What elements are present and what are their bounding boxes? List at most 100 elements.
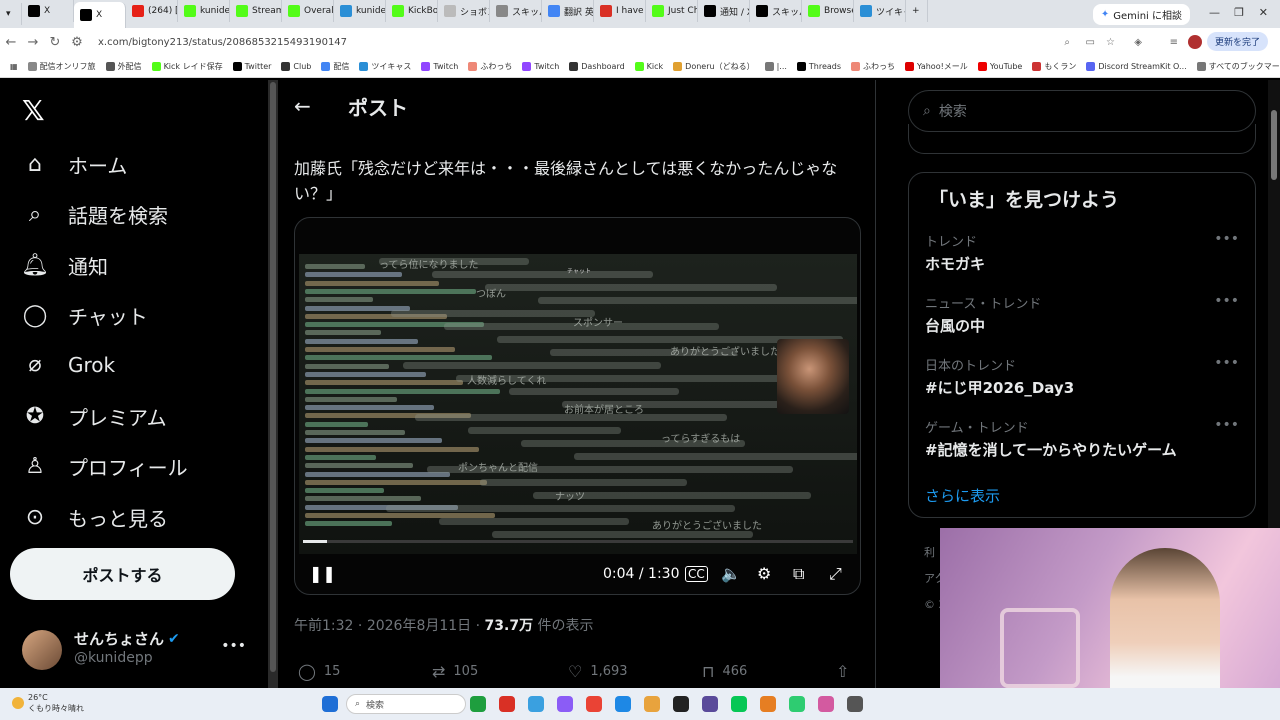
new-tab-button[interactable]: + (906, 0, 928, 22)
update-button[interactable]: 更新を完了 (1206, 32, 1268, 51)
settings-icon[interactable]: ⚙ (757, 564, 771, 583)
x-logo-icon[interactable]: 𝕏 (22, 94, 45, 127)
taskbar-app-icon[interactable] (615, 696, 631, 712)
taskbar-app-icon[interactable] (702, 696, 718, 712)
trend-item[interactable]: ニュース・トレンド 台風の中 ••• (925, 293, 1245, 336)
post-button[interactable]: ポストする (10, 548, 235, 600)
browser-tab[interactable]: ショボン (438, 0, 490, 22)
bookmark-item[interactable]: Kick レイド保存 (151, 61, 223, 72)
minimize-icon[interactable]: — (1209, 6, 1220, 19)
extensions-icon[interactable]: ◈ (1134, 37, 1142, 48)
start-icon[interactable] (322, 696, 338, 712)
sidebar-item-grok[interactable]: ⌀ Grok (22, 352, 115, 378)
bookmark-button[interactable]: ⊓ 466 (702, 662, 747, 681)
bookmark-item[interactable]: Twitch (522, 62, 559, 71)
bookmark-item[interactable]: すべてのブックマーク (1196, 61, 1280, 72)
taskbar-app-icon[interactable] (789, 696, 805, 712)
search-input[interactable]: ⌕ 検索 (908, 90, 1256, 132)
browser-tab[interactable]: Just Ch (646, 0, 698, 22)
taskbar-app-icon[interactable] (528, 696, 544, 712)
apps-icon[interactable]: ▦ (10, 62, 18, 71)
taskbar-app-icon[interactable] (673, 696, 689, 712)
back-arrow-icon[interactable]: ← (294, 94, 311, 118)
video-player[interactable]: ってら位になりました つぼん スポンサー ありがとうございました 人数減らしてくれ お前本… (294, 217, 861, 595)
trend-item[interactable]: 日本のトレンド #にじ甲2026_Day3 ••• (925, 355, 1245, 398)
bookmark-item[interactable]: もくラン (1032, 61, 1076, 72)
sidebar-item-chat[interactable]: ◯ チャット (22, 301, 148, 330)
cast-icon[interactable]: ▭ (1086, 37, 1095, 48)
browser-tab[interactable]: 通知 / X (698, 0, 750, 22)
browser-tab[interactable]: ツイキャ (854, 0, 906, 22)
url-field[interactable]: x.com/bigtony213/status/2086853215493190… (98, 37, 347, 48)
trend-more-icon[interactable]: ••• (1214, 293, 1239, 309)
bookmark-item[interactable]: ふわっち (851, 61, 895, 72)
bookmark-item[interactable]: Yahoo!メール (905, 61, 968, 72)
bookmark-item[interactable]: 配信オンリフ旅 (27, 61, 96, 72)
gemini-button[interactable]: ✦ Gemini に相談 (1092, 3, 1190, 25)
taskbar-app-icon[interactable] (499, 696, 515, 712)
trend-item[interactable]: ゲーム・トレンド #記憶を消して一からやりたいゲーム ••• (925, 417, 1245, 460)
browser-tab[interactable]: I have c (594, 0, 646, 22)
close-icon[interactable]: ✕ (1259, 6, 1268, 19)
site-info-icon[interactable]: ⚙ (66, 35, 88, 50)
captions-icon[interactable]: CC (685, 566, 708, 582)
forward-icon[interactable]: → (22, 35, 44, 50)
bookmark-item[interactable]: YouTube (977, 62, 1022, 71)
reload-icon[interactable]: ↻ (44, 35, 66, 50)
taskbar-app-icon[interactable] (818, 696, 834, 712)
bookmark-item[interactable]: ツイキャス (359, 61, 411, 72)
bookmark-item[interactable]: Discord StreamKit O... (1086, 62, 1187, 71)
sidebar-item-more[interactable]: ⊙ もっと見る (22, 503, 168, 532)
bookmark-item[interactable]: 外配信 (105, 61, 142, 72)
tab-list-button[interactable]: ▾ (0, 3, 22, 25)
bookmark-item[interactable]: 配信 (321, 61, 349, 72)
taskbar-app-icon[interactable] (731, 696, 747, 712)
trend-more-icon[interactable]: ••• (1214, 417, 1239, 433)
taskbar-app-icon[interactable] (760, 696, 776, 712)
browser-tab[interactable]: kunide (178, 0, 230, 22)
maximize-icon[interactable]: ❐ (1234, 6, 1244, 19)
zoom-icon[interactable]: ⌕ (1064, 37, 1070, 48)
browser-tab[interactable]: X (22, 0, 74, 22)
like-button[interactable]: ♡ 1,693 (568, 662, 628, 681)
user-avatar-icon[interactable] (1188, 35, 1202, 49)
left-scrollbar[interactable] (268, 80, 278, 688)
repost-button[interactable]: ⇄ 105 (432, 662, 478, 681)
fullscreen-icon[interactable]: ⤢ (829, 564, 842, 584)
browser-tab[interactable]: スキッパ (490, 0, 542, 22)
sidebar-item-bell[interactable]: 🔔︎ 通知 (21, 251, 108, 280)
picture-in-picture-icon[interactable]: ⧉ (793, 564, 804, 584)
bookmark-item[interactable]: Club (281, 62, 311, 71)
reply-button[interactable]: ◯ 15 (298, 662, 340, 681)
back-icon[interactable]: ← (0, 35, 22, 50)
browser-tab[interactable]: Overall (282, 0, 334, 22)
bookmark-item[interactable]: Threads (796, 62, 841, 71)
trend-more-icon[interactable]: ••• (1214, 231, 1239, 247)
bookmark-item[interactable]: Twitch (421, 62, 458, 71)
taskbar-app-icon[interactable] (586, 696, 602, 712)
taskbar-app-icon[interactable] (557, 696, 573, 712)
sidebar-item-search[interactable]: ⌕ 話題を検索 (22, 200, 168, 229)
show-more-link[interactable]: さらに表示 (925, 485, 1000, 506)
browser-tab[interactable]: KickBo (386, 0, 438, 22)
taskbar-app-icon[interactable] (470, 696, 486, 712)
more-options-icon[interactable]: ••• (221, 638, 246, 654)
browser-tab[interactable]: 翻訳 英 (542, 0, 594, 22)
taskbar-search[interactable]: ⌕ 検索 (346, 694, 466, 714)
browser-tab[interactable]: X (74, 2, 126, 28)
pause-icon[interactable]: ❚❚ (309, 564, 336, 583)
browser-tab[interactable]: kunide (334, 0, 386, 22)
taskbar-app-icon[interactable] (644, 696, 660, 712)
account-switcher[interactable]: せんちょさん ✔ @kunidepp ••• (22, 628, 252, 672)
browser-tab[interactable]: Browse (802, 0, 854, 22)
bookmark-item[interactable]: Doneru（どねる） (673, 61, 755, 72)
bookmark-item[interactable]: ふわっち (468, 61, 512, 72)
bookmark-item[interactable]: Twitter (232, 62, 271, 71)
bookmark-item[interactable]: Dashboard (569, 62, 625, 71)
browser-tab[interactable]: Stream (230, 0, 282, 22)
share-button[interactable]: ⇧ (836, 662, 849, 681)
weather-widget[interactable]: 26°C くもり時々晴れ (12, 692, 84, 714)
taskbar-app-icon[interactable] (847, 696, 863, 712)
video-progress-bar[interactable] (303, 540, 853, 543)
video-frame[interactable]: ってら位になりました つぼん スポンサー ありがとうございました 人数減らしてくれ お前本… (299, 254, 857, 554)
